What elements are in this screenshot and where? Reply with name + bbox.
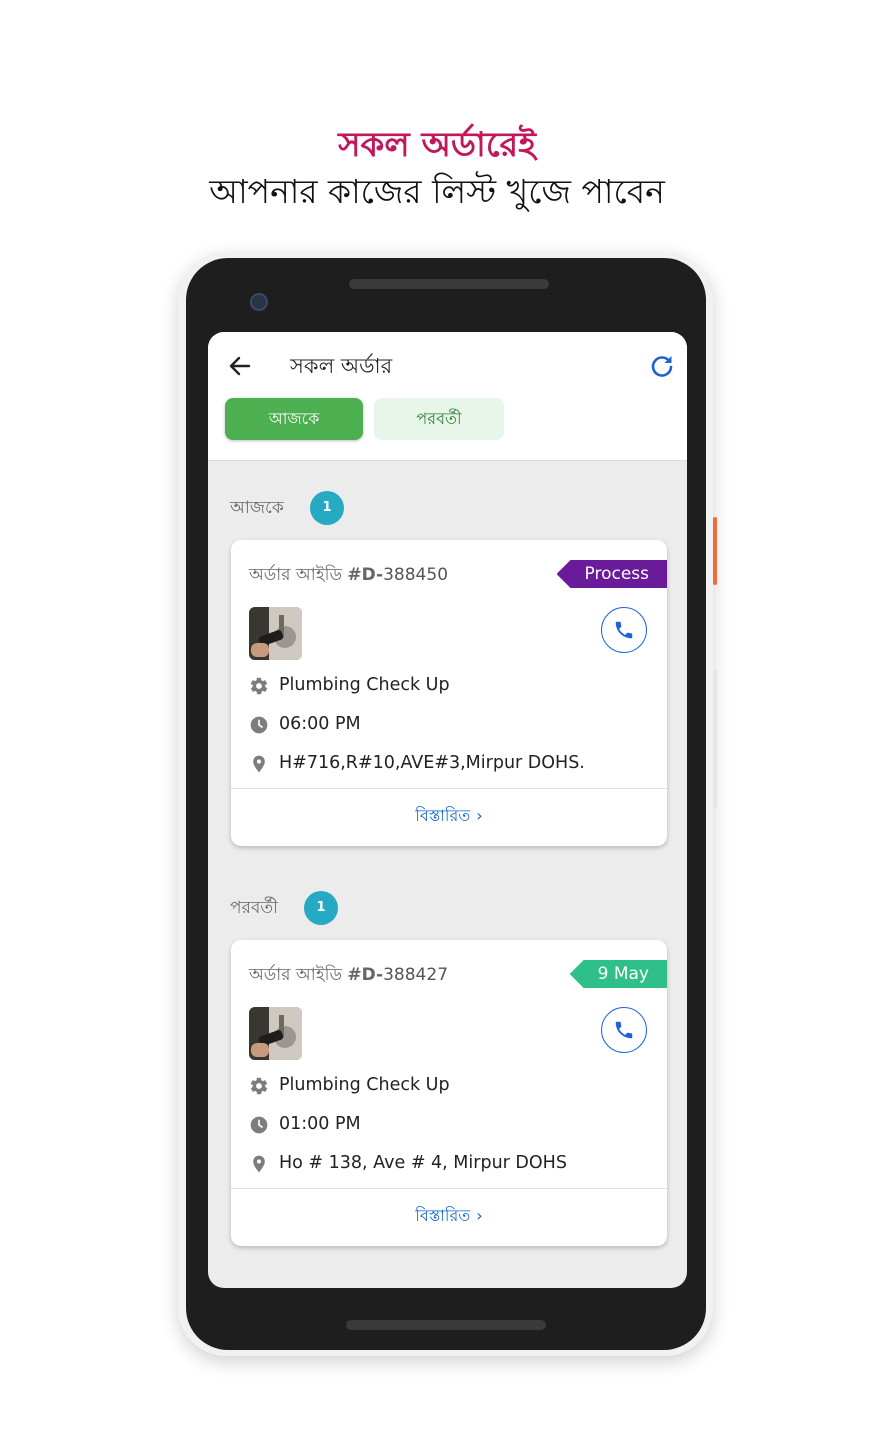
order-id-number: 388427: [383, 965, 449, 985]
date-badge: 9 May: [569, 960, 667, 988]
section-header-today: আজকে 1: [208, 491, 687, 525]
order-address: Ho # 138, Ave # 4, Mirpur DOHS: [279, 1153, 567, 1173]
phone-power-button: [713, 517, 717, 585]
order-time: 01:00 PM: [279, 1114, 361, 1134]
order-id-label: অর্ডার আইডি: [249, 965, 342, 985]
app-screen: সকল অর্ডার আজকে পরবর্তী আজকে 1 অর্ডার আই…: [208, 332, 687, 1288]
service-thumbnail: [249, 1007, 302, 1060]
gear-icon: [250, 677, 268, 695]
chevron-right-icon: ›: [476, 806, 483, 825]
refresh-icon[interactable]: [648, 352, 676, 380]
card-divider: [231, 1188, 667, 1189]
service-name: Plumbing Check Up: [279, 1075, 450, 1095]
order-id-label: অর্ডার আইডি: [249, 565, 342, 585]
location-pin-icon: [253, 755, 265, 773]
tab-upcoming[interactable]: পরবর্তী: [374, 398, 504, 440]
order-id-hash: #: [347, 565, 362, 585]
phone-icon: [615, 621, 633, 639]
section-count-badge: 1: [310, 491, 344, 525]
status-badge: Process: [556, 560, 667, 588]
call-button[interactable]: [601, 607, 647, 653]
phone-speaker-bottom: [346, 1320, 546, 1330]
section-label: আজকে: [230, 498, 284, 518]
order-id-prefix: D-: [361, 565, 384, 585]
details-link-label: বিস্তারিত: [415, 806, 471, 825]
service-thumbnail: [249, 607, 302, 660]
details-link[interactable]: বিস্তারিত ›: [231, 800, 667, 832]
tab-today[interactable]: আজকে: [225, 398, 363, 440]
order-address: H#716,R#10,AVE#3,Mirpur DOHS.: [279, 753, 585, 773]
clock-icon: [250, 716, 268, 734]
order-card[interactable]: অর্ডার আইডি #D-388427 9 May Plumbing Che…: [231, 940, 667, 1246]
location-pin-icon: [253, 1155, 265, 1173]
details-link-label: বিস্তারিত: [415, 1206, 471, 1225]
order-id-hash: #: [347, 965, 362, 985]
back-arrow-icon[interactable]: [226, 352, 254, 380]
phone-icon: [615, 1021, 633, 1039]
promo-headline-title: সকল অর্ডারেই: [338, 125, 536, 165]
service-name: Plumbing Check Up: [279, 675, 450, 695]
call-button[interactable]: [601, 1007, 647, 1053]
order-id: অর্ডার আইডি #D-388450: [249, 562, 448, 590]
card-divider: [231, 788, 667, 789]
order-id-number: 388450: [383, 565, 449, 585]
page-title: সকল অর্ডার: [290, 354, 393, 378]
clock-icon: [250, 1116, 268, 1134]
details-link[interactable]: বিস্তারিত ›: [231, 1200, 667, 1232]
phone-camera: [250, 293, 268, 311]
order-card[interactable]: অর্ডার আইডি #D-388450 Process Plumbing C…: [231, 540, 667, 846]
order-time: 06:00 PM: [279, 714, 361, 734]
section-label: পরবর্তী: [230, 898, 278, 918]
order-id-prefix: D-: [361, 965, 384, 985]
order-id: অর্ডার আইডি #D-388427: [249, 962, 448, 990]
gear-icon: [250, 1077, 268, 1095]
section-header-upcoming: পরবর্তী 1: [208, 891, 687, 925]
promo-headline-subtitle: আপনার কাজের লিস্ট খুজে পাবেন: [209, 172, 665, 211]
app-bar: সকল অর্ডার আজকে পরবর্তী: [208, 332, 687, 461]
phone-volume-button: [713, 670, 717, 808]
section-count-badge: 1: [304, 891, 338, 925]
promo-headline: সকল অর্ডারেই আপনার কাজের লিস্ট খুজে পাবে…: [0, 122, 874, 216]
chevron-right-icon: ›: [476, 1206, 483, 1225]
phone-speaker-top: [349, 279, 549, 289]
